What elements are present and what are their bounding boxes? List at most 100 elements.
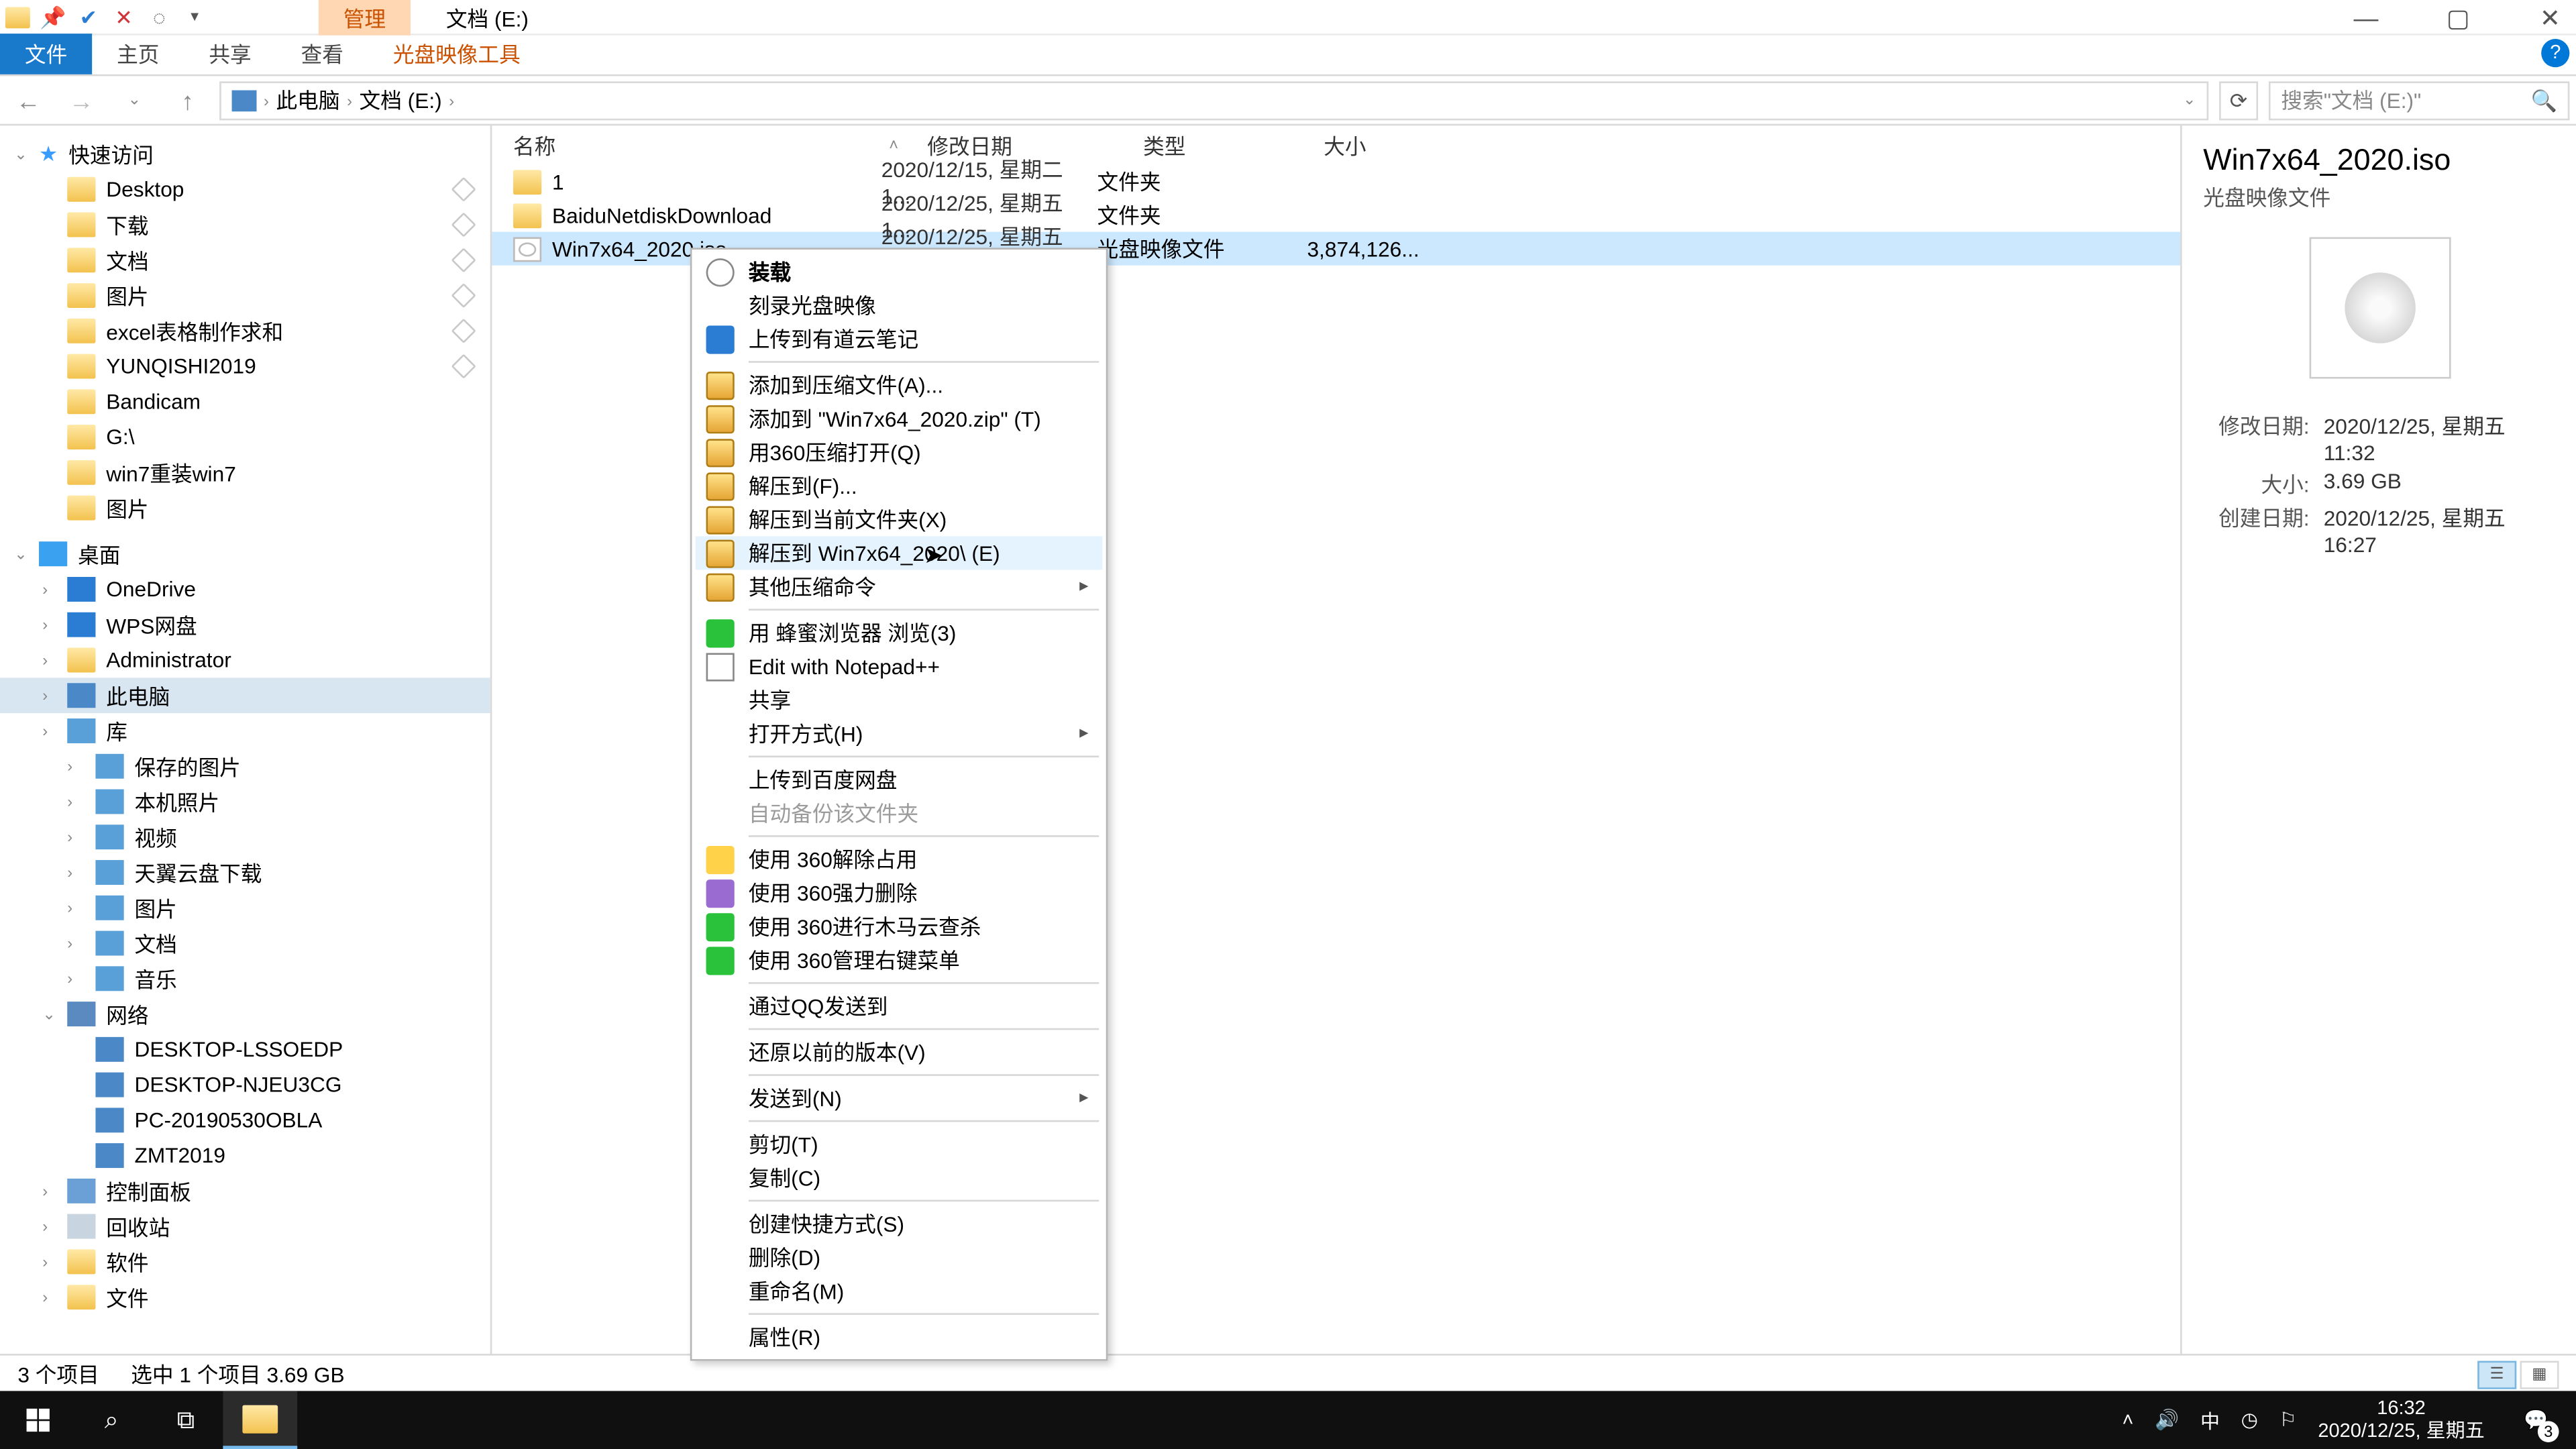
file-row[interactable]: 12020/12/15, 星期二 1...文件夹 [492, 164, 2180, 198]
tray-security-icon[interactable]: ⚐ [2279, 1409, 2297, 1432]
context-menu-item[interactable]: 解压到当前文件夹(X) [696, 502, 1103, 536]
address-dropdown-icon[interactable]: ⌄ [2183, 91, 2196, 110]
tray-overflow-icon[interactable]: ˄ [2122, 1409, 2133, 1431]
sidebar-item[interactable]: ›控制面板 [0, 1173, 490, 1209]
system-tray[interactable]: ˄ 🔊 中 ◷ ⚐ 16:32 2020/12/25, 星期五 💬 3 [2122, 1391, 2576, 1449]
tree-expand-icon[interactable]: ⌄ [42, 1004, 56, 1024]
tree-expand-icon[interactable]: › [42, 651, 48, 669]
sidebar-item[interactable]: DESKTOP-NJEU3CG [0, 1067, 490, 1103]
tree-expand-icon[interactable]: ⌄ [14, 544, 28, 564]
tree-expand-icon[interactable]: › [67, 828, 72, 846]
ribbon-tab-disc-image-tools[interactable]: 光盘映像工具 [368, 34, 545, 74]
tree-expand-icon[interactable]: › [67, 863, 72, 881]
tree-expand-icon[interactable]: › [42, 722, 48, 739]
sidebar-item[interactable]: win7重装win7 [0, 455, 490, 490]
taskbar-explorer-button[interactable] [223, 1391, 297, 1449]
sidebar-item[interactable]: DESKTOP-LSSOEDP [0, 1032, 490, 1067]
address-bar[interactable]: › 此电脑 › 文档 (E:) › ⌄ [219, 80, 2208, 119]
sidebar-item[interactable]: ›图片 [0, 890, 490, 926]
context-menu-item[interactable]: 打开方式(H)▸ [696, 716, 1103, 750]
chevron-right-icon[interactable]: › [264, 91, 269, 109]
context-menu-item[interactable]: 使用 360进行木马云查杀 [696, 910, 1103, 943]
tree-expand-icon[interactable]: › [42, 1253, 48, 1271]
sidebar-item[interactable]: ›文档 [0, 926, 490, 961]
context-menu-item[interactable]: 剪切(T) [696, 1127, 1103, 1161]
sidebar-item[interactable]: Bandicam [0, 384, 490, 419]
sidebar-desktop-root[interactable]: ⌄ 桌面 [0, 536, 490, 572]
context-menu-item[interactable]: 解压到(F)... [696, 469, 1103, 502]
sidebar-item[interactable]: ›本机照片 [0, 784, 490, 820]
sidebar-item[interactable]: Desktop [0, 172, 490, 207]
tree-expand-icon[interactable]: › [67, 899, 72, 916]
qat-dropdown-icon[interactable]: ▾ [177, 0, 213, 34]
context-menu-item[interactable]: 装载 [696, 255, 1103, 288]
tree-expand-icon[interactable]: › [42, 616, 48, 633]
taskbar-clock[interactable]: 16:32 2020/12/25, 星期五 [2318, 1398, 2484, 1443]
context-menu-item[interactable]: 上传到百度网盘 [696, 763, 1103, 796]
sidebar-item[interactable]: ›回收站 [0, 1209, 490, 1244]
chevron-right-icon[interactable]: › [449, 91, 454, 109]
column-size[interactable]: 大小 [1303, 130, 1458, 160]
context-menu-item[interactable]: 上传到有道云笔记 [696, 322, 1103, 356]
tree-expand-icon[interactable]: › [42, 1288, 48, 1305]
ribbon-tab-file[interactable]: 文件 [0, 34, 92, 74]
address-segment-current[interactable]: 文档 (E:) [360, 85, 442, 115]
context-menu-item[interactable]: 重命名(M) [696, 1274, 1103, 1307]
context-menu-item[interactable]: 解压到 Win7x64_2020\ (E) [696, 536, 1103, 570]
tree-expand-icon[interactable]: › [42, 1182, 48, 1199]
sidebar-network[interactable]: ⌄ 网络 [0, 996, 490, 1032]
sidebar-item[interactable]: ›保存的图片 [0, 749, 490, 784]
sidebar-item[interactable]: ›库 [0, 713, 490, 749]
context-menu-item[interactable]: 通过QQ发送到 [696, 989, 1103, 1023]
nav-history-dropdown[interactable]: ⌄ [113, 91, 156, 110]
sidebar-item[interactable]: ›视频 [0, 819, 490, 855]
sidebar-item[interactable]: G:\ [0, 419, 490, 455]
context-menu-item[interactable]: 添加到压缩文件(A)... [696, 368, 1103, 402]
sidebar-item[interactable]: ›天翼云盘下载 [0, 855, 490, 890]
nav-up-button[interactable]: ↑ [166, 86, 209, 114]
sidebar-item[interactable]: ›OneDrive [0, 572, 490, 607]
maximize-button[interactable]: ▢ [2435, 3, 2481, 33]
tree-expand-icon[interactable]: › [67, 970, 72, 987]
view-details-button[interactable]: ☰ [2477, 1360, 2516, 1388]
sidebar-item[interactable]: ›文件 [0, 1279, 490, 1315]
sidebar-item[interactable]: ›音乐 [0, 961, 490, 996]
sidebar-item[interactable]: excel表格制作求和 [0, 313, 490, 349]
ribbon-tab-share[interactable]: 共享 [184, 34, 276, 74]
tray-sync-icon[interactable]: ◷ [2241, 1409, 2258, 1432]
ribbon-tab-view[interactable]: 查看 [276, 34, 368, 74]
qat-pin-icon[interactable]: 📌 [36, 0, 71, 34]
context-menu-item[interactable]: 用 蜂蜜浏览器 浏览(3) [696, 616, 1103, 649]
tree-expand-icon[interactable]: › [42, 1218, 48, 1235]
ime-indicator[interactable]: 中 [2200, 1406, 2220, 1434]
task-view-button[interactable]: ⧉ [149, 1391, 223, 1449]
minimize-button[interactable]: — [2343, 3, 2390, 32]
qat-check-icon[interactable]: ✔ [71, 0, 107, 34]
sidebar-quick-access[interactable]: ⌄ ★ 快速访问 [0, 136, 490, 172]
refresh-button[interactable]: ⟳ [2219, 80, 2258, 119]
ribbon-tab-home[interactable]: 主页 [92, 34, 184, 74]
sidebar-item[interactable]: ZMT2019 [0, 1138, 490, 1173]
context-menu-item[interactable]: 还原以前的版本(V) [696, 1035, 1103, 1069]
context-menu-item[interactable]: 刻录光盘映像 [696, 288, 1103, 322]
context-menu-item[interactable]: 属性(R) [696, 1320, 1103, 1354]
file-row[interactable]: BaiduNetdiskDownload2020/12/25, 星期五 1...… [492, 198, 2180, 231]
start-button[interactable] [0, 1391, 74, 1449]
context-menu-item[interactable]: 其他压缩命令▸ [696, 570, 1103, 603]
context-menu-item[interactable]: 共享 [696, 683, 1103, 716]
address-segment-root[interactable]: 此电脑 [276, 85, 340, 115]
context-menu-item[interactable]: 使用 360强力删除 [696, 876, 1103, 910]
sidebar-item[interactable]: 文档 [0, 242, 490, 278]
search-input[interactable]: 搜索"文档 (E:)" 🔍 [2269, 80, 2569, 119]
column-name[interactable]: 名称 [492, 130, 881, 160]
tree-expand-icon[interactable]: › [42, 580, 48, 598]
qat-new-icon[interactable]: ◌ [142, 0, 177, 34]
context-menu-item[interactable]: 创建快捷方式(S) [696, 1207, 1103, 1240]
sidebar-item[interactable]: 图片 [0, 490, 490, 526]
taskbar-search-button[interactable]: ⌕ [74, 1391, 149, 1449]
tree-expand-icon[interactable]: ⌄ [14, 144, 28, 164]
sidebar-item[interactable]: ›WPS网盘 [0, 607, 490, 643]
context-menu-item[interactable]: 删除(D) [696, 1240, 1103, 1274]
tree-expand-icon[interactable]: › [42, 687, 48, 704]
context-menu-item[interactable]: Edit with Notepad++ [696, 649, 1103, 683]
